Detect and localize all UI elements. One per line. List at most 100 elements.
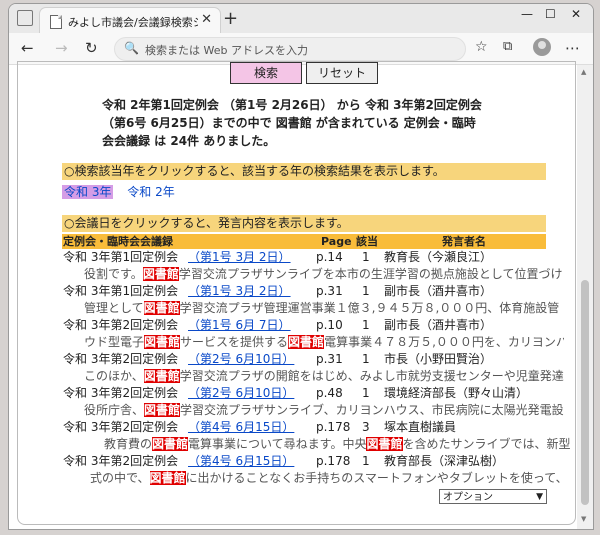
result-hit-count: 1 <box>362 352 370 366</box>
result-row: 令和 3年第1回定例会 （第1号 3月 2日） p.14 1 教育長（今瀬良江） <box>62 249 562 266</box>
result-date-link[interactable]: （第4号 6月15日） <box>188 453 294 470</box>
keyword-highlight: 図書館 <box>288 335 325 349</box>
profile-avatar[interactable] <box>533 38 551 56</box>
result-session: 令和 3年第2回定例会 <box>63 352 179 366</box>
page-icon <box>50 15 62 29</box>
search-button[interactable]: 検索 <box>230 62 302 84</box>
col-session: 定例会・臨時会会議録 <box>63 235 173 248</box>
result-excerpt: 式の中で、図書館に出かけることなくお手持ちのスマートフォンやタブレットを使って、 <box>90 470 570 487</box>
keyword-highlight: 図書館 <box>143 369 180 383</box>
excerpt-text: に出かけることなくお手持ちのスマートフォンやタブレットを使って、 <box>185 471 568 485</box>
reset-button[interactable]: リセット <box>306 62 378 84</box>
scrollbar[interactable]: ▲ ▼ <box>577 65 593 529</box>
result-row: 令和 3年第2回定例会 （第4号 6月15日） p.178 1 教育部長（深津弘樹） <box>62 453 562 470</box>
result-speaker: 教育部長（深津弘樹） <box>384 454 505 468</box>
forward-icon[interactable]: → <box>55 39 68 57</box>
result-excerpt: 役所庁舎、図書館学習交流プラザサンライブ、カリヨンハウス、市民病院に太陽光発電設 <box>84 402 564 419</box>
collections-icon[interactable]: ⧉ <box>503 39 512 54</box>
maximize-icon[interactable]: ☐ <box>545 7 556 21</box>
search-icon: 🔍 <box>124 41 139 55</box>
result-excerpt: ウド型電子図書館サービスを提供する図書館電算事業４７８万５,０００円を、カリヨン… <box>84 334 564 351</box>
result-row: 令和 3年第2回定例会 （第1号 6月 7日） p.10 1 副市長（酒井喜市） <box>62 317 562 334</box>
col-page: Page <box>321 235 352 248</box>
result-row: 令和 3年第2回定例会 （第2号 6月10日） p.31 1 市長（小野田賢治） <box>62 351 562 368</box>
favorites-icon[interactable]: ☆ <box>475 39 488 55</box>
excerpt-text: 教育費の <box>104 437 153 451</box>
excerpt-text: ウド型電子 <box>84 335 145 349</box>
year-link-r2[interactable]: 令和 2年 <box>127 185 174 199</box>
result-page: p.10 <box>316 318 343 332</box>
option-select-value: オプション <box>443 492 493 503</box>
summary-line: （第6号 6月25日）までの中で 図書館 が含まれている 定例会・臨時 <box>102 116 476 130</box>
results-header: 定例会・臨時会会議録 Page 該当 発言者名 <box>62 234 546 249</box>
summary-line: 令和 2年第1回定例会 （第1号 2月26日） から 令和 3年第2回定例会 <box>102 98 482 112</box>
date-instruction-bar: ○会議日をクリックすると、発言内容を表示します。 <box>62 215 546 232</box>
excerpt-text: 役割です。 <box>84 267 143 281</box>
address-bar[interactable]: 🔍 検索または Web アドレスを入力 <box>114 37 466 61</box>
result-page: p.48 <box>316 386 343 400</box>
result-date-link[interactable]: （第1号 3月 2日） <box>188 283 291 300</box>
option-select[interactable]: オプション ▼ <box>439 489 547 504</box>
browser-window: みよし市議会/会議録検索システム ✕ + — ☐ ✕ ← → ↻ 🔍 検索または… <box>8 3 594 530</box>
result-session: 令和 3年第2回定例会 <box>63 318 179 332</box>
result-session: 令和 3年第1回定例会 <box>63 250 179 264</box>
more-menu-icon[interactable]: ⋯ <box>565 39 580 57</box>
result-speaker: 市長（小野田賢治） <box>384 352 493 366</box>
excerpt-text: 電算事業について尋ねます。中央 <box>188 437 367 451</box>
result-page: p.178 <box>316 454 351 468</box>
result-speaker: 教育長（今瀬良江） <box>384 250 493 264</box>
col-hit: 該当 <box>356 235 378 248</box>
col-speaker: 発言者名 <box>442 235 486 248</box>
result-page: p.178 <box>316 420 351 434</box>
excerpt-text: 学習交流プラザサンライブを本市の生涯学習の拠点施設として位置づけ <box>178 267 563 281</box>
tab-strip: みよし市議会/会議録検索システム ✕ + — ☐ ✕ <box>9 4 593 34</box>
year-links: 令和 3年 令和 2年 <box>62 183 185 200</box>
browser-tab[interactable]: みよし市議会/会議録検索システム ✕ <box>39 7 221 34</box>
result-speaker: 環境経済部長（野々山清） <box>384 386 529 400</box>
excerpt-text: 学習交流プラザサンライブ、カリヨンハウス、市民病院に太陽光発電設 <box>180 403 564 417</box>
keyword-highlight: 図書館 <box>149 471 186 485</box>
year-instruction-bar: ○検索該当年をクリックすると、該当する年の検索結果を表示します。 <box>62 163 546 180</box>
result-date-link[interactable]: （第1号 6月 7日） <box>188 317 291 334</box>
result-hit-count: 3 <box>362 420 370 434</box>
result-hit-count: 1 <box>362 250 370 264</box>
minimize-icon[interactable]: — <box>521 7 533 21</box>
close-window-icon[interactable]: ✕ <box>571 7 581 21</box>
excerpt-text: 学習交流プラザの開館をはじめ、みよし市就労支援センターや児童発達 <box>179 369 564 383</box>
summary-line: 会会議録 は 24件 ありました。 <box>102 134 276 148</box>
keyword-highlight: 図書館 <box>144 335 181 349</box>
result-date-link[interactable]: （第2号 6月10日） <box>188 351 294 368</box>
result-date-link[interactable]: （第2号 6月10日） <box>188 385 294 402</box>
result-session: 令和 3年第1回定例会 <box>63 284 179 298</box>
result-date-link[interactable]: （第1号 3月 2日） <box>188 249 291 266</box>
result-speaker: 副市長（酒井喜市） <box>384 284 493 298</box>
result-page: p.14 <box>316 250 343 264</box>
new-tab-icon[interactable]: + <box>223 8 238 29</box>
scroll-down-icon[interactable]: ▼ <box>581 515 586 523</box>
excerpt-text: 学習交流プラザ管理運営事業１億３,９４５万８,０００円、体育施設管 <box>179 301 560 315</box>
result-session: 令和 3年第2回定例会 <box>63 454 179 468</box>
search-summary: 令和 2年第1回定例会 （第1号 2月26日） から 令和 3年第2回定例会 （… <box>102 96 522 150</box>
scrollbar-thumb[interactable] <box>581 280 589 505</box>
close-tab-icon[interactable]: ✕ <box>201 12 212 27</box>
result-session: 令和 3年第2回定例会 <box>63 386 179 400</box>
result-excerpt: 教育費の図書館電算事業について尋ねます。中央図書館を含めたサンライブでは、新型 <box>104 436 575 453</box>
excerpt-text: 役所庁舎、 <box>84 403 145 417</box>
excerpt-text: を含めたサンライブでは、新型 <box>402 437 571 451</box>
result-excerpt: 管理として図書館学習交流プラザ管理運営事業１億３,９４５万８,０００円、体育施設… <box>84 300 564 317</box>
excerpt-text: 管理として <box>84 301 144 315</box>
tab-actions-icon[interactable] <box>17 10 33 26</box>
back-icon[interactable]: ← <box>21 39 34 57</box>
keyword-highlight: 図書館 <box>366 437 403 451</box>
year-link-r3[interactable]: 令和 3年 <box>62 185 114 199</box>
keyword-highlight: 図書館 <box>142 267 179 281</box>
page-frame: 検索 リセット 令和 2年第1回定例会 （第1号 2月26日） から 令和 3年… <box>17 61 576 525</box>
scroll-up-icon[interactable]: ▲ <box>581 68 586 76</box>
address-placeholder: 検索または Web アドレスを入力 <box>145 44 308 57</box>
result-row: 令和 3年第1回定例会 （第1号 3月 2日） p.31 1 副市長（酒井喜市） <box>62 283 562 300</box>
refresh-icon[interactable]: ↻ <box>85 39 98 57</box>
excerpt-text: 式の中で、 <box>90 471 150 485</box>
result-row: 令和 3年第2回定例会 （第2号 6月10日） p.48 1 環境経済部長（野々山清） <box>62 385 562 402</box>
result-date-link[interactable]: （第4号 6月15日） <box>188 419 294 436</box>
result-page: p.31 <box>316 284 343 298</box>
